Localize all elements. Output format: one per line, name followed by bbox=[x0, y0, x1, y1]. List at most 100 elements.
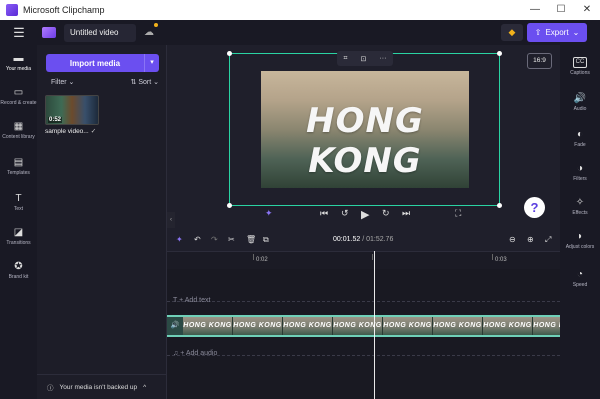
zoom-in-icon[interactable]: ⊕ bbox=[527, 235, 534, 244]
crop-icon[interactable]: ⌗ bbox=[344, 55, 348, 63]
clip-frame: HONG KONG bbox=[483, 317, 533, 335]
export-icon: ⇧ bbox=[534, 28, 542, 37]
maximize-button[interactable]: ☐ bbox=[548, 0, 574, 20]
chevron-down-icon: ⌄ bbox=[572, 28, 580, 37]
sidebar-item-label: Content library bbox=[2, 134, 35, 140]
left-sidebar: ▬ Your media ▭ Record & create ▦ Content… bbox=[0, 45, 37, 399]
music-track-icon: ♫ bbox=[173, 350, 179, 357]
menu-icon[interactable]: ☰ bbox=[0, 25, 38, 41]
sidebar-item-transitions[interactable]: ◪ Transitions bbox=[0, 227, 37, 246]
rewind-icon[interactable]: ↺ bbox=[341, 208, 349, 219]
clip-frame: HONG KONG bbox=[283, 317, 333, 335]
aspect-ratio-button[interactable]: 16:9 bbox=[527, 53, 552, 69]
ruler-mark: 0:02 bbox=[256, 257, 268, 263]
camera-icon: ▭ bbox=[13, 87, 24, 98]
sidebar-item-your-media[interactable]: ▬ Your media bbox=[0, 53, 37, 72]
brand-kit-icon: ✪ bbox=[14, 261, 23, 272]
sidebar-item-label: Speed bbox=[572, 282, 588, 288]
fade-icon: ◐ bbox=[576, 129, 584, 140]
duplicate-icon[interactable]: ⧉ bbox=[263, 235, 269, 245]
right-sidebar: CC Captions 🔊 Audio ◐ Fade ◑ Filters ✧ E… bbox=[560, 45, 600, 399]
sidebar-item-label: Templates bbox=[7, 170, 30, 176]
sidebar-item-brand-kit[interactable]: ✪ Brand kit bbox=[0, 261, 37, 280]
sidebar-item-captions[interactable]: CC Captions bbox=[560, 57, 600, 76]
clip-frame: HONG KONG bbox=[433, 317, 483, 335]
undo-icon[interactable]: ↶ bbox=[194, 235, 201, 244]
sidebar-item-effects[interactable]: ✧ Effects bbox=[560, 197, 600, 216]
ruler-tick bbox=[253, 254, 254, 260]
resize-handle[interactable] bbox=[227, 51, 232, 56]
library-icon: ▦ bbox=[13, 121, 24, 132]
sidebar-item-text[interactable]: T Text bbox=[0, 193, 37, 212]
ruler-tick bbox=[372, 254, 373, 260]
sidebar-item-templates[interactable]: ▤ Templates bbox=[0, 157, 37, 176]
minimize-button[interactable]: — bbox=[522, 0, 548, 20]
sidebar-item-fade[interactable]: ◐ Fade bbox=[560, 129, 600, 148]
sidebar-item-label: Audio bbox=[573, 106, 587, 112]
folder-icon: ▬ bbox=[13, 53, 24, 64]
resize-handle[interactable] bbox=[227, 203, 232, 208]
sidebar-item-speed[interactable]: ◔ Speed bbox=[560, 269, 600, 288]
zoom-out-icon[interactable]: ⊖ bbox=[509, 235, 516, 244]
sidebar-item-adjust-colors[interactable]: ◗ Adjust colors bbox=[560, 231, 600, 250]
skip-forward-icon[interactable]: ⏭ bbox=[402, 208, 410, 219]
fullscreen-icon[interactable]: ⛶ bbox=[455, 208, 461, 219]
sidebar-item-record-create[interactable]: ▭ Record & create bbox=[0, 87, 37, 106]
add-text-label: + Add text bbox=[179, 297, 211, 304]
import-dropdown-chevron-icon[interactable]: ▾ bbox=[144, 54, 159, 72]
sidebar-item-audio[interactable]: 🔊 Audio bbox=[560, 93, 600, 112]
total-time: / 01:52.76 bbox=[362, 236, 394, 243]
fit-timeline-icon[interactable]: ⤢ bbox=[545, 235, 551, 245]
sidebar-item-label: Adjust colors bbox=[565, 244, 595, 250]
ruler-tick bbox=[492, 254, 493, 260]
backup-notice[interactable]: ⓘ Your media isn't backed up ^ bbox=[37, 374, 167, 399]
timeline-ruler[interactable]: 0:02 0:03 bbox=[167, 251, 560, 269]
play-icon[interactable]: ▶ bbox=[361, 208, 369, 221]
sidebar-item-label: Transitions bbox=[6, 240, 31, 246]
sidebar-item-content-library[interactable]: ▦ Content library bbox=[0, 121, 37, 140]
resize-handle[interactable] bbox=[497, 203, 502, 208]
project-thumbnail-icon bbox=[42, 27, 56, 38]
magic-edit-icon[interactable]: ✦ bbox=[265, 208, 273, 219]
close-button[interactable]: ✕ bbox=[574, 0, 600, 20]
sidebar-item-label: Text bbox=[13, 206, 24, 212]
help-button[interactable]: ? bbox=[524, 197, 545, 218]
cloud-sync-icon[interactable]: ☁ bbox=[144, 23, 158, 38]
sort-button[interactable]: ⇅ Sort ⌄ bbox=[131, 78, 159, 86]
text-track-icon: T bbox=[173, 297, 178, 304]
add-audio-track[interactable]: ♫ + Add audio bbox=[173, 350, 217, 357]
window-title: Microsoft Clipchamp bbox=[23, 5, 105, 15]
premium-gem-icon[interactable]: ◆ bbox=[501, 24, 523, 41]
video-clip[interactable]: 🔊 HONG KONG HONG KONG HONG KONG HONG KON… bbox=[167, 315, 560, 337]
text-icon: T bbox=[15, 193, 22, 204]
timeline-playhead[interactable] bbox=[374, 251, 375, 399]
add-audio-label: + Add audio bbox=[180, 350, 218, 357]
magic-icon[interactable]: ✦ bbox=[176, 235, 183, 244]
app-topbar: ☰ Untitled video ☁ ◆ ⇧ Export ⌄ bbox=[0, 20, 600, 45]
resize-handle[interactable] bbox=[497, 51, 502, 56]
filter-button[interactable]: Filter ⌄ bbox=[51, 79, 74, 86]
window-titlebar: Microsoft Clipchamp — ☐ ✕ bbox=[0, 0, 600, 20]
clip-audio-icon[interactable]: 🔊 bbox=[167, 317, 183, 335]
project-title-input[interactable]: Untitled video bbox=[64, 23, 136, 42]
backup-text: Your media isn't backed up bbox=[59, 383, 138, 391]
redo-icon[interactable]: ↷ bbox=[211, 235, 218, 244]
collapse-panel-button[interactable]: ‹ bbox=[167, 212, 175, 228]
import-media-button[interactable]: Import media ▾ bbox=[46, 54, 159, 72]
delete-icon[interactable]: 🗑 bbox=[246, 235, 256, 244]
add-text-track[interactable]: T + Add text bbox=[173, 297, 210, 304]
fit-icon[interactable]: ⊡ bbox=[361, 55, 367, 63]
video-preview[interactable]: HONG KONG bbox=[261, 71, 469, 188]
sidebar-item-filters[interactable]: ◑ Filters bbox=[560, 163, 600, 182]
more-icon[interactable]: ··· bbox=[379, 55, 386, 62]
sidebar-item-label: Your media bbox=[5, 66, 32, 72]
export-button[interactable]: ⇧ Export ⌄ bbox=[527, 23, 587, 42]
transitions-icon: ◪ bbox=[13, 227, 24, 238]
preview-area: ⌗ ⊡ ··· HONG KONG 16:9 ✦ ⏮ ↺ ▶ ↻ ⏭ ⛶ ? bbox=[175, 45, 560, 233]
media-thumbnail[interactable]: 0:52 bbox=[45, 95, 99, 125]
adjust-colors-icon: ◗ bbox=[576, 231, 584, 242]
skip-back-icon[interactable]: ⏮ bbox=[320, 208, 328, 219]
forward-icon[interactable]: ↻ bbox=[382, 208, 390, 219]
scissors-icon[interactable]: ✂ bbox=[228, 235, 235, 244]
sidebar-item-label: Effects bbox=[572, 210, 588, 216]
